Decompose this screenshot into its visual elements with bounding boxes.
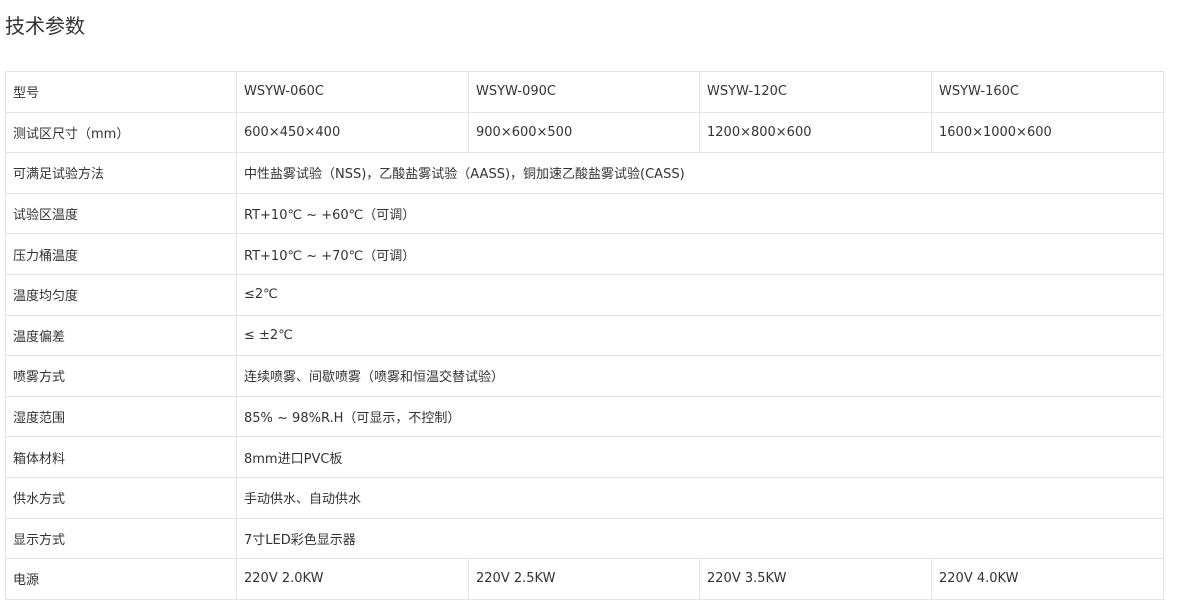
value-cell: 手动供水、自动供水 bbox=[236, 476, 1164, 519]
value-cell: RT+10℃ ~ +60℃（可调） bbox=[236, 192, 1164, 235]
table-row-temp-uniformity: 温度均匀度 ≤2℃ bbox=[5, 273, 1164, 316]
row-label: 供水方式 bbox=[5, 476, 237, 519]
table-row-tank-temp: 压力桶温度 RT+10℃ ~ +70℃（可调） bbox=[5, 233, 1164, 275]
value-cell: 中性盐雾试验（NSS)，乙酸盐雾试验（AASS)，铜加速乙酸盐雾试验(CASS) bbox=[236, 152, 1164, 194]
row-label: 温度均匀度 bbox=[5, 273, 237, 316]
value-cell: 8mm进口PVC板 bbox=[236, 436, 1164, 478]
row-label: 箱体材料 bbox=[5, 436, 237, 478]
value-cell: 1200×800×600 bbox=[699, 111, 932, 154]
value-cell: 连续喷雾、间歇喷雾（喷雾和恒温交替试验） bbox=[236, 355, 1164, 397]
value-cell: 7寸LED彩色显示器 bbox=[236, 517, 1164, 560]
row-label: 压力桶温度 bbox=[5, 233, 237, 275]
row-label: 型号 bbox=[5, 71, 237, 113]
value-cell: 1600×1000×600 bbox=[931, 111, 1164, 154]
table-row-test-temp: 试验区温度 RT+10℃ ~ +60℃（可调） bbox=[5, 192, 1164, 235]
row-label: 测试区尺寸（mm） bbox=[5, 111, 237, 154]
table-row-water-supply: 供水方式 手动供水、自动供水 bbox=[5, 476, 1164, 519]
value-cell: 220V 2.0KW bbox=[236, 558, 469, 600]
model-cell: WSYW-120C bbox=[699, 71, 932, 113]
page-title: 技术参数 bbox=[5, 14, 85, 38]
table-row-model: 型号 WSYW-060C WSYW-090C WSYW-120C WSYW-16… bbox=[5, 71, 1164, 113]
row-label: 可满足试验方法 bbox=[5, 152, 237, 194]
row-label: 湿度范围 bbox=[5, 395, 237, 438]
value-cell: 900×600×500 bbox=[468, 111, 700, 154]
model-cell: WSYW-160C bbox=[931, 71, 1164, 113]
value-cell: 220V 4.0KW bbox=[931, 558, 1164, 600]
table-row-humidity-range: 湿度范围 85% ~ 98%R.H（可显示，不控制） bbox=[5, 395, 1164, 438]
value-cell: RT+10℃ ~ +70℃（可调） bbox=[236, 233, 1164, 275]
row-label: 温度偏差 bbox=[5, 314, 237, 357]
value-cell: ≤2℃ bbox=[236, 273, 1164, 316]
row-label: 电源 bbox=[5, 558, 237, 600]
row-label: 喷雾方式 bbox=[5, 355, 237, 397]
table-row-spray-mode: 喷雾方式 连续喷雾、间歇喷雾（喷雾和恒温交替试验） bbox=[5, 355, 1164, 397]
value-cell: 220V 3.5KW bbox=[699, 558, 932, 600]
value-cell: 220V 2.5KW bbox=[468, 558, 700, 600]
table-row-test-size: 测试区尺寸（mm） 600×450×400 900×600×500 1200×8… bbox=[5, 111, 1164, 154]
value-cell: 85% ~ 98%R.H（可显示，不控制） bbox=[236, 395, 1164, 438]
model-cell: WSYW-090C bbox=[468, 71, 700, 113]
table-row-power: 电源 220V 2.0KW 220V 2.5KW 220V 3.5KW 220V… bbox=[5, 558, 1164, 600]
model-cell: WSYW-060C bbox=[236, 71, 469, 113]
spec-table: 型号 WSYW-060C WSYW-090C WSYW-120C WSYW-16… bbox=[5, 71, 1164, 600]
table-row-display: 显示方式 7寸LED彩色显示器 bbox=[5, 517, 1164, 560]
row-label: 试验区温度 bbox=[5, 192, 237, 235]
table-row-test-methods: 可满足试验方法 中性盐雾试验（NSS)，乙酸盐雾试验（AASS)，铜加速乙酸盐雾… bbox=[5, 152, 1164, 194]
value-cell: 600×450×400 bbox=[236, 111, 469, 154]
value-cell: ≤ ±2℃ bbox=[236, 314, 1164, 357]
table-row-temp-deviation: 温度偏差 ≤ ±2℃ bbox=[5, 314, 1164, 357]
row-label: 显示方式 bbox=[5, 517, 237, 560]
table-row-cabinet-material: 箱体材料 8mm进口PVC板 bbox=[5, 436, 1164, 478]
